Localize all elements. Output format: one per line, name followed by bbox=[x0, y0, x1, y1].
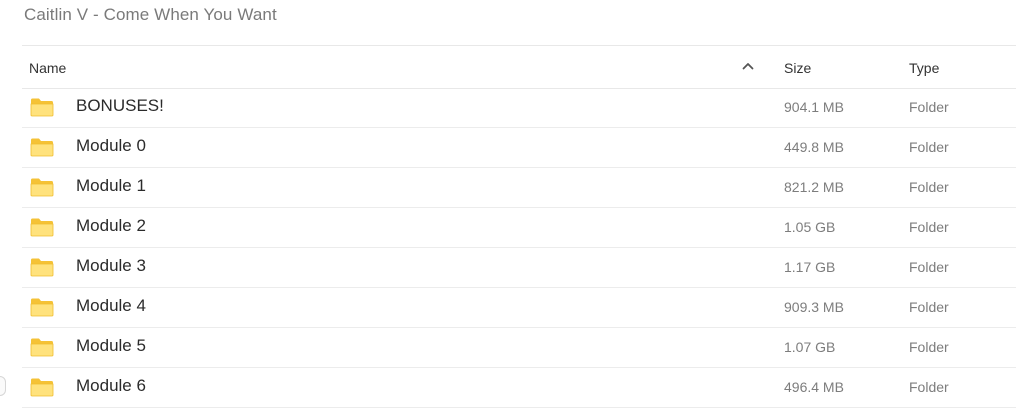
table-row[interactable]: Module 0 449.8 MB Folder bbox=[22, 128, 1016, 168]
table-row[interactable]: Module 2 1.05 GB Folder bbox=[22, 208, 1016, 248]
row-size: 821.2 MB bbox=[784, 179, 844, 195]
table-row[interactable]: Module 4 909.3 MB Folder bbox=[22, 288, 1016, 328]
row-size: 496.4 MB bbox=[784, 379, 844, 395]
folder-icon bbox=[30, 257, 54, 277]
row-name[interactable]: Module 2 bbox=[76, 216, 146, 236]
row-type: Folder bbox=[909, 299, 949, 315]
table-row[interactable]: Module 5 1.07 GB Folder bbox=[22, 328, 1016, 368]
table-row[interactable]: Module 3 1.17 GB Folder bbox=[22, 248, 1016, 288]
folder-icon bbox=[30, 97, 54, 117]
row-size: 1.17 GB bbox=[784, 259, 836, 275]
row-size: 909.3 MB bbox=[784, 299, 844, 315]
row-size: 449.8 MB bbox=[784, 139, 844, 155]
table-row[interactable]: Module 6 496.4 MB Folder bbox=[22, 368, 1016, 408]
column-header-type[interactable]: Type bbox=[909, 60, 939, 76]
table-row[interactable]: BONUSES! 904.1 MB Folder bbox=[22, 88, 1016, 128]
row-type: Folder bbox=[909, 379, 949, 395]
row-size: 1.07 GB bbox=[784, 339, 836, 355]
row-type: Folder bbox=[909, 259, 949, 275]
row-type: Folder bbox=[909, 99, 949, 115]
chevron-up-icon[interactable] bbox=[738, 56, 758, 76]
table-row[interactable]: Module 1 821.2 MB Folder bbox=[22, 168, 1016, 208]
folder-icon bbox=[30, 217, 54, 237]
folder-icon bbox=[30, 137, 54, 157]
row-size: 1.05 GB bbox=[784, 219, 836, 235]
file-browser: Caitlin V - Come When You Want Name Size… bbox=[0, 0, 1016, 408]
row-name[interactable]: Module 4 bbox=[76, 296, 146, 316]
column-header-size[interactable]: Size bbox=[784, 60, 811, 76]
row-name[interactable]: Module 1 bbox=[76, 176, 146, 196]
scroll-handle[interactable] bbox=[0, 376, 6, 396]
column-header-name[interactable]: Name bbox=[29, 60, 66, 76]
row-name[interactable]: Module 5 bbox=[76, 336, 146, 356]
row-type: Folder bbox=[909, 219, 949, 235]
folder-icon bbox=[30, 177, 54, 197]
row-type: Folder bbox=[909, 339, 949, 355]
file-list: BONUSES! 904.1 MB Folder Module 0 449.8 … bbox=[22, 88, 1016, 408]
row-name[interactable]: BONUSES! bbox=[76, 96, 164, 116]
table-header: Name Size Type bbox=[22, 46, 1016, 89]
row-name[interactable]: Module 0 bbox=[76, 136, 146, 156]
row-name[interactable]: Module 3 bbox=[76, 256, 146, 276]
folder-icon bbox=[30, 297, 54, 317]
row-size: 904.1 MB bbox=[784, 99, 844, 115]
row-type: Folder bbox=[909, 139, 949, 155]
folder-icon bbox=[30, 337, 54, 357]
folder-icon bbox=[30, 377, 54, 397]
page-title: Caitlin V - Come When You Want bbox=[24, 5, 277, 24]
row-type: Folder bbox=[909, 179, 949, 195]
row-name[interactable]: Module 6 bbox=[76, 376, 146, 396]
